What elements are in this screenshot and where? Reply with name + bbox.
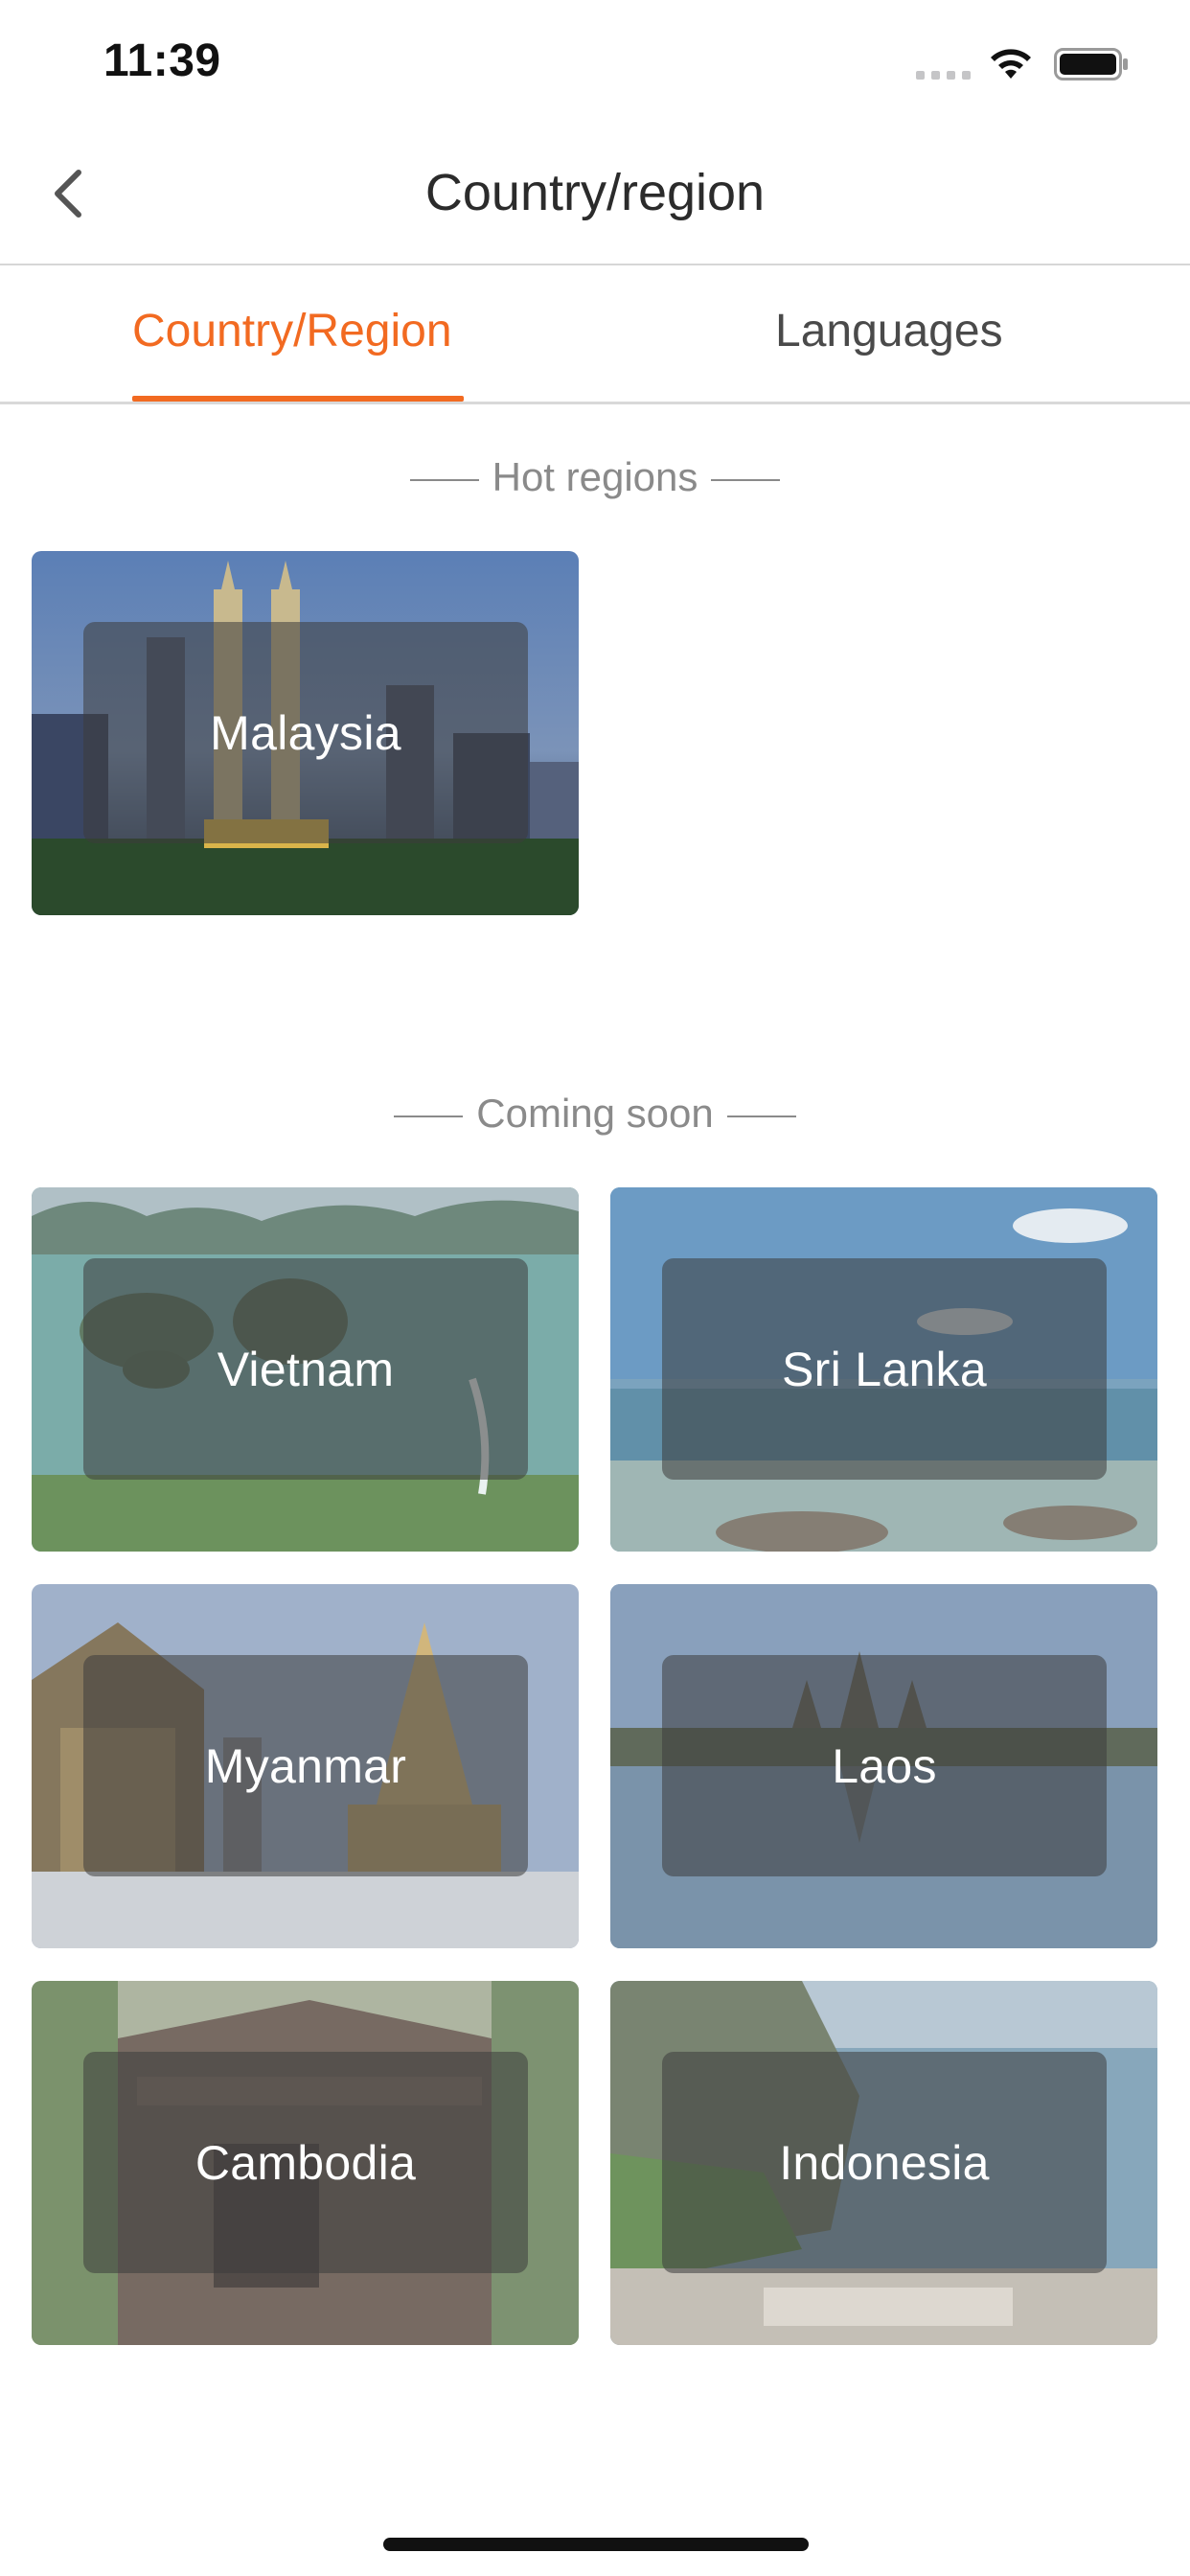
page-title: Country/region — [424, 164, 766, 221]
coming-soon-title: Coming soon — [476, 1091, 714, 1136]
battery-icon — [1054, 48, 1128, 80]
header-rule-right — [726, 1115, 796, 1117]
tab-country-region[interactable]: Country/Region — [132, 305, 452, 357]
region-card-cambodia[interactable]: Cambodia — [32, 1981, 579, 2345]
region-card-malaysia[interactable]: Malaysia — [32, 551, 579, 915]
region-card-laos[interactable]: Laos — [610, 1584, 1157, 1948]
active-tab-indicator — [132, 396, 464, 402]
nav-divider — [0, 264, 1190, 265]
hot-regions-header: Hot regions — [0, 454, 1190, 500]
status-time: 11:39 — [103, 35, 221, 86]
region-label-box: Sri Lanka — [662, 1258, 1107, 1480]
region-label-box: Vietnam — [83, 1258, 528, 1480]
coming-soon-header: Coming soon — [0, 1091, 1190, 1137]
region-card-vietnam[interactable]: Vietnam — [32, 1187, 579, 1552]
region-card-indonesia[interactable]: Indonesia — [610, 1981, 1157, 2345]
region-label-box: Myanmar — [83, 1655, 528, 1876]
header-rule-left — [409, 478, 479, 481]
cellular-signal-icon — [916, 71, 971, 80]
region-name: Vietnam — [217, 1342, 395, 1396]
region-card-sri-lanka[interactable]: Sri Lanka — [610, 1187, 1157, 1552]
region-name: Malaysia — [210, 705, 401, 760]
region-label-box: Laos — [662, 1655, 1107, 1876]
country-region-screen: 11:39 Country/region Country/Region Lang… — [0, 0, 1190, 2576]
header-rule-left — [394, 1115, 464, 1117]
header-rule-right — [711, 478, 781, 481]
region-label-box: Malaysia — [83, 622, 528, 843]
region-card-myanmar[interactable]: Myanmar — [32, 1584, 579, 1948]
region-label-box: Cambodia — [83, 2052, 528, 2273]
region-name: Indonesia — [779, 2135, 990, 2190]
region-name: Sri Lanka — [782, 1342, 987, 1396]
home-indicator[interactable] — [383, 2538, 809, 2551]
region-name: Laos — [832, 1738, 937, 1793]
tabs-divider — [0, 402, 1190, 404]
tab-languages[interactable]: Languages — [775, 305, 1003, 357]
wifi-icon — [991, 49, 1031, 79]
region-label-box: Indonesia — [662, 2052, 1107, 2273]
region-name: Cambodia — [195, 2135, 417, 2190]
region-name: Myanmar — [204, 1738, 407, 1793]
hot-regions-title: Hot regions — [492, 454, 698, 499]
